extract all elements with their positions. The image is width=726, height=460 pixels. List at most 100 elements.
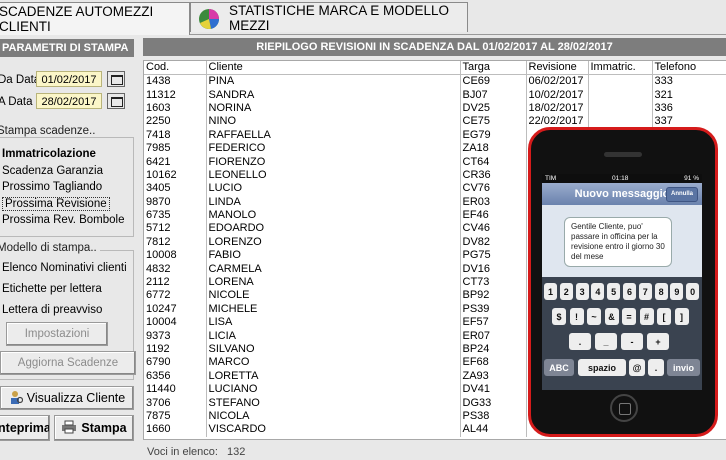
table-cell: LORENA [206, 275, 461, 290]
phone-key: + [647, 333, 669, 350]
column-header[interactable]: Cliente [206, 61, 461, 75]
table-cell: 9870 [144, 195, 207, 209]
print-deadlines-title: Stampa scadenze.. [0, 125, 99, 137]
table-cell: BJ07 [460, 88, 527, 102]
table-cell: 1660 [144, 423, 207, 437]
table-cell: CR36 [460, 168, 527, 183]
table-cell: SILVANO [206, 342, 461, 357]
entries-count: 132 [227, 446, 246, 458]
table-cell: 1192 [144, 342, 207, 357]
table-footer: Voci in elenco: 132 [147, 446, 245, 458]
table-cell: STEFANO [206, 396, 461, 410]
table-cell: BP24 [460, 342, 527, 357]
table-title: RIEPILOGO REVISIONI IN SCADENZA DAL 01/0… [143, 38, 726, 56]
column-header[interactable]: Cod. [144, 61, 207, 75]
pie-chart-icon [197, 6, 223, 30]
phone-key: 3 [575, 283, 589, 300]
print-model-title: Modello di stampa.. [0, 242, 100, 254]
column-header[interactable]: Targa [460, 61, 527, 75]
phone-speaker [604, 152, 642, 157]
to-calendar-icon[interactable] [107, 93, 125, 109]
phone-key: 1 [544, 283, 557, 300]
option-etichette-lettera[interactable]: Etichette per lettera [2, 283, 102, 295]
table-cell: CV76 [460, 182, 527, 196]
phone-key: 5 [607, 283, 621, 300]
table-cell: 2112 [144, 275, 207, 290]
table-cell: 18/02/2017 [526, 101, 589, 116]
phone-keyboard: 1 2 3 4 5 6 7 8 9 0 $! ~ & = #[]. _ - + ABC spazio @. invio [542, 277, 702, 390]
table-cell: BP92 [460, 289, 527, 303]
table-cell: DV41 [460, 382, 527, 397]
table-cell: ER03 [460, 195, 527, 209]
table-cell: LINDA [206, 195, 461, 209]
column-header[interactable]: Immatric. [588, 61, 653, 75]
table-cell: EDOARDO [206, 222, 461, 236]
table-cell: LISA [206, 316, 461, 330]
table-cell: EF46 [460, 208, 527, 223]
tab-bar: SCADENZE AUTOMEZZI CLIENTI STATISTICHE M… [0, 0, 726, 35]
phone-key: spazio [578, 359, 626, 376]
to-date-input[interactable]: 28/02/2017 [36, 93, 102, 109]
table-cell: AL44 [460, 423, 527, 437]
option-prossimo-tagliando[interactable]: Prossimo Tagliando [2, 181, 102, 193]
option-elenco-nominativi[interactable]: Elenco Nominativi clienti [2, 262, 127, 274]
table-cell: 10162 [144, 168, 207, 183]
phone-key: . [648, 359, 664, 376]
from-date-input[interactable]: 01/02/2017 [36, 71, 102, 87]
phone-key: [ [657, 308, 671, 325]
phone-status-bar: TIM 01:18 91 % [542, 174, 702, 183]
view-client-icon [9, 390, 23, 407]
view-client-button[interactable]: Visualizza Cliente [0, 386, 134, 410]
print-button[interactable]: Stampa [54, 415, 134, 441]
column-header[interactable]: Telefono [652, 61, 726, 75]
table-row[interactable]: 1603 NORINA DV25 18/02/2017 336 [144, 101, 726, 116]
phone-time: 01:18 [612, 175, 629, 182]
to-date-label: A Data [0, 96, 33, 108]
option-prossima-revisione[interactable]: Prossima Revisione [2, 197, 110, 211]
table-cell: PG75 [460, 249, 527, 263]
table-cell: 7812 [144, 235, 207, 250]
phone-nav-title: Nuovo messaggio [574, 188, 670, 200]
table-cell: CT73 [460, 275, 527, 290]
table-header-row: Cod. Cliente Targa Revisione Immatric. Telefo… [144, 61, 726, 75]
option-immatricolazione[interactable]: Immatricolazione [2, 148, 96, 160]
settings-button[interactable]: Impostazioni [6, 322, 108, 346]
preview-button[interactable]: Anteprima [0, 415, 50, 441]
table-cell: 06/02/2017 [526, 74, 589, 89]
table-cell: EF57 [460, 316, 527, 330]
table-cell: VISCARDO [206, 423, 461, 437]
phone-key: = [622, 308, 636, 325]
tab-statistiche[interactable]: STATISTICHE MARCA E MODELLO MEZZI [190, 2, 468, 33]
table-cell: RAFFAELLA [206, 128, 461, 142]
table-cell: 6790 [144, 356, 207, 370]
phone-key: 0 [686, 283, 700, 300]
table-cell: 10008 [144, 249, 207, 263]
phone-nav-bar: Nuovo messaggio Annulla [542, 183, 702, 205]
table-cell: ER07 [460, 329, 527, 343]
from-calendar-icon[interactable] [107, 71, 125, 87]
table-cell: SANDRA [206, 88, 461, 102]
settings-button-label: Impostazioni [24, 328, 90, 340]
update-deadlines-button[interactable]: Aggiorna Scadenze [0, 351, 136, 375]
tab-scadenze-label: SCADENZE AUTOMEZZI CLIENTI [0, 4, 154, 34]
tab-scadenze[interactable]: SCADENZE AUTOMEZZI CLIENTI [0, 2, 190, 35]
option-scadenza-garanzia[interactable]: Scadenza Garanzia [2, 165, 103, 177]
option-prossima-rev-bombole[interactable]: Prossima Rev. Bombole [2, 214, 125, 226]
table-row[interactable]: 1438 PINA CE69 06/02/2017 333 [144, 74, 726, 89]
sms-bubble: Gentile Cliente, puo' passare in officin… [564, 217, 672, 267]
table-cell: 7985 [144, 141, 207, 156]
phone-key: 4 [591, 283, 605, 300]
phone-key: 8 [654, 283, 668, 300]
table-cell: 6772 [144, 289, 207, 303]
table-cell: LEONELLO [206, 168, 461, 183]
option-lettera-preavviso[interactable]: Lettera di preavviso [2, 304, 102, 316]
table-cell: 333 [652, 74, 726, 89]
phone-key: 2 [559, 283, 573, 300]
print-params-header: PARAMETRI DI STAMPA [0, 39, 134, 57]
phone-key: # [639, 308, 654, 325]
column-header[interactable]: Revisione [526, 61, 589, 75]
phone-key: ] [674, 308, 689, 325]
table-cell: LORETTA [206, 369, 461, 383]
table-row[interactable]: 11312 SANDRA BJ07 10/02/2017 321 [144, 88, 726, 102]
table-cell: 10004 [144, 316, 207, 330]
